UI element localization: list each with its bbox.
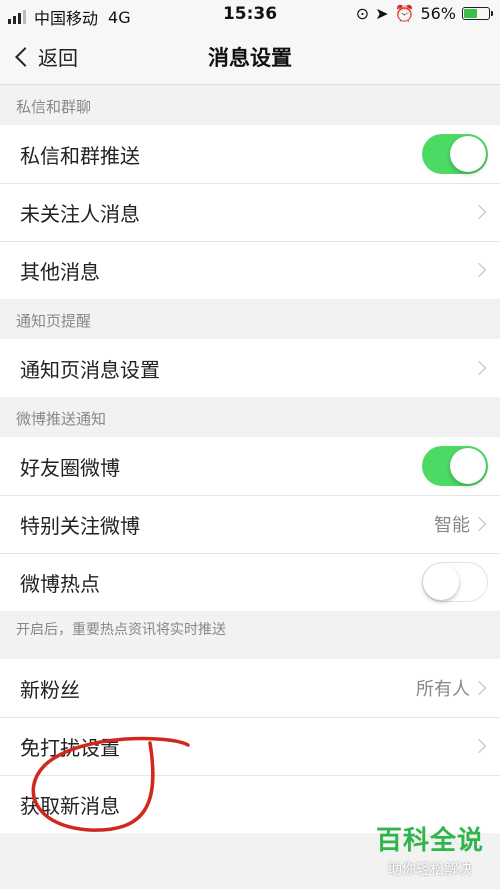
row-accessory [470, 360, 500, 376]
row-label: 微博热点 [20, 571, 100, 596]
chevron-right-icon [471, 680, 487, 696]
watermark-subtitle: 助你轻松解决 [387, 862, 472, 878]
watermark-title: 百科全说 [375, 826, 484, 856]
toggle-switch[interactable] [422, 562, 488, 602]
settings-group: 通知页消息设置 [0, 339, 500, 397]
status-right: ⊙ ➤ ⏰ 56% [355, 4, 493, 23]
toggle-knob [450, 136, 486, 172]
chevron-right-icon [471, 516, 487, 532]
page-title: 消息设置 [208, 46, 292, 70]
alarm-icon: ⏰ [394, 4, 415, 23]
section-header: 微博推送通知 [0, 397, 500, 437]
orientation-lock-icon: ⊙ [355, 4, 370, 23]
row-accessory: 所有人 [416, 675, 500, 701]
row-label: 特别关注微博 [20, 513, 140, 538]
row-label: 私信和群推送 [20, 143, 140, 168]
status-bar: 中国移动 4G 15:36 ⊙ ➤ ⏰ 56% [0, 0, 500, 30]
settings-list: 私信和群聊 私信和群推送 未关注人消息 其他消息 通知页提醒 通知页消息设置 微博推送通知好… [0, 85, 500, 833]
settings-row[interactable]: 好友圈微博 [0, 437, 500, 495]
row-label: 其他消息 [20, 259, 100, 284]
chevron-right-icon [471, 262, 487, 278]
row-accessory [422, 134, 500, 174]
toggle-knob [450, 448, 486, 484]
toggle-switch[interactable] [422, 446, 488, 486]
chevron-right-icon [471, 738, 487, 754]
battery-percent: 56% [420, 4, 456, 23]
section-header: 通知页提醒 [0, 299, 500, 339]
location-icon: ➤ [375, 4, 389, 23]
chevron-right-icon [471, 204, 487, 220]
settings-group: 私信和群推送 未关注人消息 其他消息 [0, 125, 500, 299]
settings-row[interactable]: 私信和群推送 [0, 125, 500, 183]
row-accessory [422, 446, 500, 486]
row-accessory [470, 204, 500, 220]
row-value: 智能 [434, 515, 470, 536]
row-accessory: 智能 [434, 511, 500, 537]
settings-row[interactable]: 通知页消息设置 [0, 339, 500, 397]
settings-row[interactable]: 微博热点 [0, 553, 500, 611]
watermark: 百科全说 助你轻松解决 [376, 820, 484, 879]
battery-icon [462, 7, 493, 20]
settings-row[interactable]: 新粉丝 所有人 [0, 659, 500, 717]
hand-drawn-circle-annotation [31, 736, 190, 832]
section-header: 私信和群聊 [0, 85, 500, 125]
chevron-right-icon [471, 360, 487, 376]
row-accessory [422, 562, 500, 602]
row-label: 通知页消息设置 [20, 357, 160, 382]
row-accessory [470, 262, 500, 278]
row-label: 未关注人消息 [20, 201, 140, 226]
settings-row[interactable]: 特别关注微博 智能 [0, 495, 500, 553]
settings-group: 好友圈微博特别关注微博 智能微博热点 [0, 437, 500, 611]
row-value: 所有人 [416, 679, 470, 700]
settings-row[interactable]: 未关注人消息 [0, 183, 500, 241]
row-accessory [470, 738, 500, 754]
row-label: 新粉丝 [20, 677, 80, 702]
section-footnote: 开启后，重要热点资讯将实时推送 [16, 622, 226, 638]
nav-bar: 返回 消息设置 [0, 30, 500, 85]
toggle-knob [423, 563, 459, 600]
settings-row[interactable]: 其他消息 [0, 241, 500, 299]
row-label: 好友圈微博 [20, 455, 120, 480]
toggle-switch[interactable] [422, 134, 488, 174]
